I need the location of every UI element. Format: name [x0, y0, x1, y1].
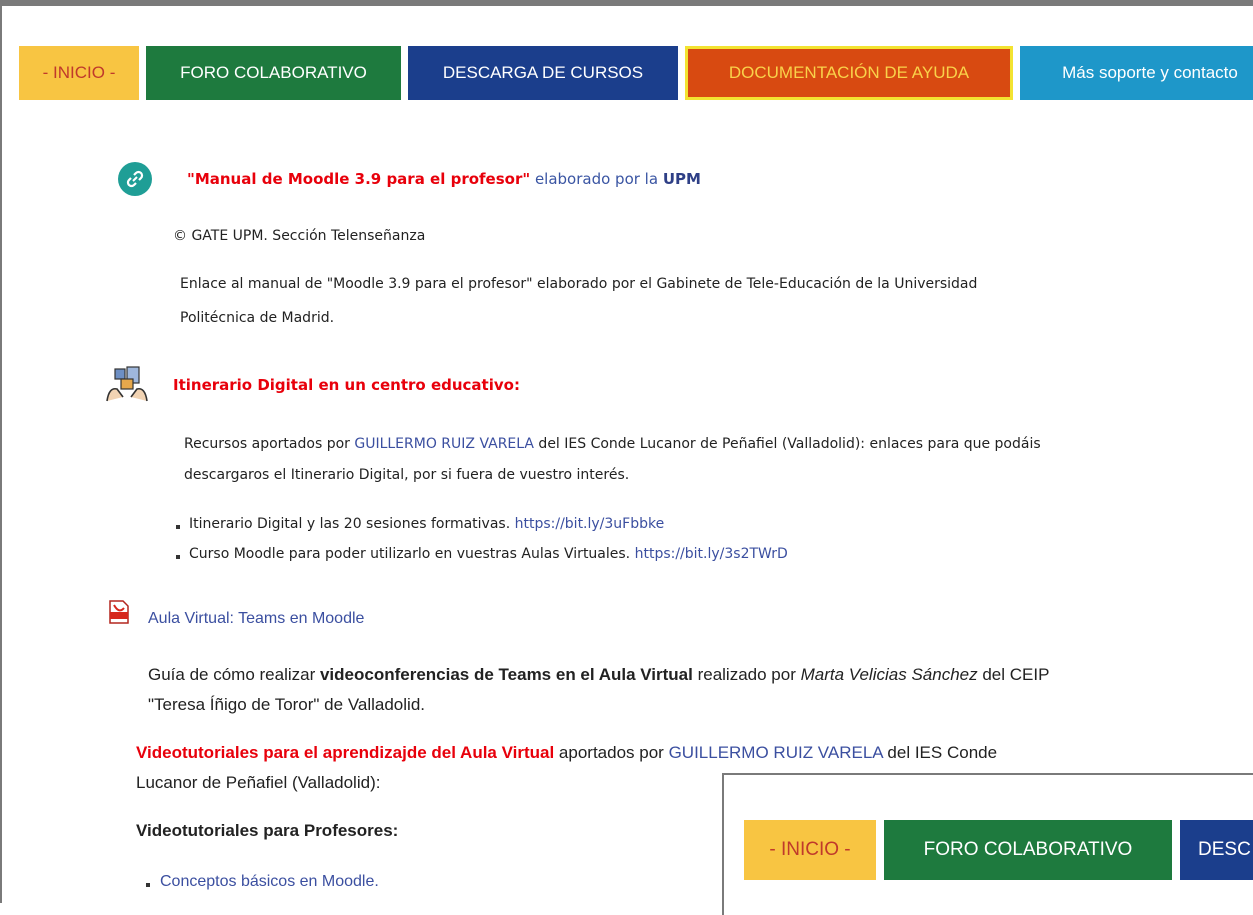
link-icon — [118, 162, 152, 196]
digital-hands-icon — [103, 365, 151, 405]
aula-virtual-link[interactable]: Aula Virtual: Teams en Moodle — [148, 610, 364, 628]
nav-soporte-button[interactable]: Más soporte y contacto — [1020, 46, 1253, 100]
teams-line1-c: del CEIP — [977, 665, 1050, 684]
list-item-text: Curso Moodle para poder utilizarlo en vu… — [189, 546, 635, 562]
bullet — [176, 555, 180, 559]
overlay-inicio-button[interactable]: - INICIO - — [744, 820, 876, 880]
teams-line1-b: realizado por — [692, 665, 801, 684]
manual-title-row: "Manual de Moodle 3.9 para el profesor" … — [187, 170, 701, 188]
list-item: Curso Moodle para poder utilizarlo en vu… — [189, 546, 788, 562]
itinerario-line1: Recursos aportados por GUILLERMO RUIZ VA… — [184, 436, 1041, 452]
nav-descarga-button[interactable]: DESCARGA DE CURSOS — [408, 46, 678, 100]
videotutoriales-title[interactable]: Videotutoriales para el aprendizajde del… — [136, 743, 554, 762]
teams-line1-a: Guía de cómo realizar — [148, 665, 320, 684]
teams-line1-italic: Marta Velicias Sánchez — [800, 665, 978, 684]
videotutoriales-b: del IES Conde — [882, 743, 998, 762]
profesores-heading: Videotutoriales para Profesores: — [136, 821, 399, 840]
videotutoriales-line1: Videotutoriales para el aprendizajde del… — [136, 743, 997, 763]
teams-line1-bold: videoconferencias de Teams en el Aula Vi… — [319, 665, 693, 684]
main-nav: - INICIO - FORO COLABORATIVO DESCARGA DE… — [19, 46, 1253, 100]
videotutoriales-line2: Lucanor de Peñafiel (Valladolid): — [136, 773, 381, 792]
bitly-link-2[interactable]: https://bit.ly/3s2TWrD — [635, 546, 788, 562]
list-item-text: Itinerario Digital y las 20 sesiones for… — [189, 516, 515, 532]
itinerario-line1-a: Recursos aportados por — [184, 436, 355, 452]
overlay-window: - INICIO - FORO COLABORATIVO DESC — [722, 773, 1253, 915]
aula-virtual-link-text[interactable]: Aula Virtual: Teams en Moodle — [148, 610, 364, 627]
list-item: Itinerario Digital y las 20 sesiones for… — [189, 516, 664, 532]
window-left-border — [0, 0, 2, 903]
itinerario-line1-b: del IES Conde Lucanor de Peñafiel (Valla… — [533, 436, 1041, 452]
manual-desc-line1: Enlace al manual de "Moodle 3.9 para el … — [180, 276, 978, 292]
nav-inicio-button[interactable]: - INICIO - — [19, 46, 139, 100]
overlay-foro-button[interactable]: FORO COLABORATIVO — [884, 820, 1172, 880]
nav-foro-button[interactable]: FORO COLABORATIVO — [146, 46, 401, 100]
manual-title-link[interactable]: "Manual de Moodle 3.9 para el profesor" — [187, 170, 530, 188]
bullet — [176, 525, 180, 529]
bitly-link-1[interactable]: https://bit.ly/3uFbbke — [515, 516, 665, 532]
overlay-nav: - INICIO - FORO COLABORATIVO DESC — [744, 820, 1253, 880]
overlay-descarga-button[interactable]: DESC — [1180, 820, 1253, 880]
copyright-text: © GATE UPM. Sección Telenseñanza — [173, 228, 426, 244]
teams-line2: "Teresa Íñigo de Toror" de Valladolid. — [148, 695, 425, 714]
conceptos-link-text[interactable]: Conceptos básicos en Moodle. — [160, 873, 379, 890]
teams-line1: Guía de cómo realizar videoconferencias … — [148, 665, 1049, 685]
videotutoriales-a: aportados por — [554, 743, 669, 762]
window-top-border — [0, 0, 1253, 6]
manual-desc-line2: Politécnica de Madrid. — [180, 310, 335, 326]
bullet — [146, 883, 150, 887]
itinerario-title: Itinerario Digital en un centro educativ… — [173, 376, 520, 394]
itinerario-line2: descargaros el Itinerario Digital, por s… — [184, 467, 630, 483]
manual-title-org[interactable]: UPM — [663, 170, 701, 188]
conceptos-link[interactable]: Conceptos básicos en Moodle. — [160, 873, 379, 891]
itinerario-title-text: Itinerario Digital en un centro educativ… — [173, 376, 520, 394]
nav-documentacion-button[interactable]: DOCUMENTACIÓN DE AYUDA — [685, 46, 1013, 100]
guillermo-link-2[interactable]: GUILLERMO RUIZ VARELA — [669, 743, 883, 762]
pdf-icon — [108, 600, 130, 624]
manual-title-mid: elaborado por la — [530, 170, 663, 188]
guillermo-link[interactable]: GUILLERMO RUIZ VARELA — [354, 436, 534, 452]
